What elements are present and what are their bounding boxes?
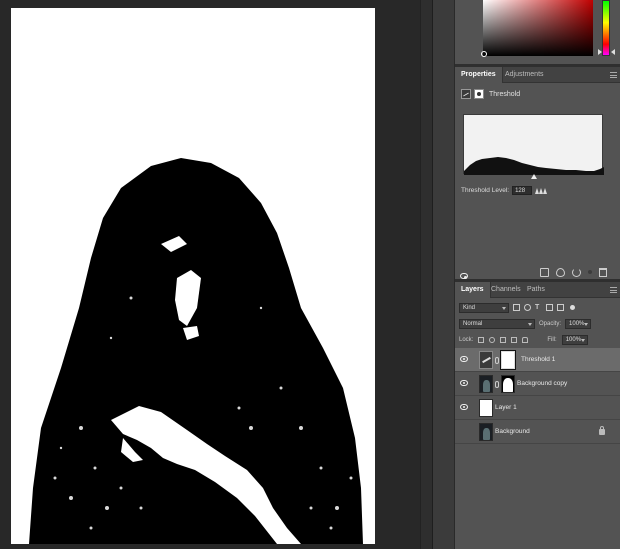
document-canvas[interactable] [11,8,375,544]
hue-slider[interactable] [602,0,610,56]
opacity-input[interactable]: 100% [565,318,592,329]
link-icon[interactable] [495,381,499,388]
threshold-row: Threshold Level: 128 [461,185,549,195]
mask-icon[interactable] [474,89,484,99]
color-picker-handle[interactable] [481,51,487,57]
panel-menu-icon[interactable] [610,287,617,293]
eye-icon[interactable] [460,380,468,386]
properties-header: Threshold [461,88,520,100]
lock-position-icon[interactable] [500,336,507,343]
lock-image-icon[interactable] [489,336,496,343]
sample-eyedropper-icon[interactable] [535,186,549,194]
eye-icon[interactable] [460,356,468,362]
layers-tabbar: Layers Channels Paths [455,282,620,298]
type-filter-icon[interactable]: T [535,304,542,311]
color-field[interactable] [483,0,593,56]
view-previous-icon[interactable] [556,267,565,277]
histogram-graph [464,157,604,175]
lock-row: Lock: Fill: 100% [459,334,617,345]
trash-icon[interactable] [599,267,607,277]
layer-name: Background [495,428,530,435]
panel-gutter [420,0,454,549]
layer-mask-thumbnail[interactable] [501,375,515,393]
layer-thumbnail [479,375,493,393]
layer-list: Threshold 1 Background copy Layer 1 Back… [455,348,620,444]
reset-icon[interactable] [572,267,581,277]
color-panel [455,0,620,64]
filter-kind-select[interactable]: Kind [459,302,509,313]
layer-name: Layer 1 [495,404,517,411]
threshold-image [11,8,375,544]
shape-filter-icon[interactable] [546,304,553,311]
pixel-filter-icon[interactable] [513,304,520,311]
photoshop-window: Properties Adjustments Threshold Thresho… [0,0,620,549]
filter-toggle-icon[interactable] [570,305,575,310]
eye-icon[interactable] [460,404,468,410]
smart-object-filter-icon[interactable] [557,304,564,311]
fill-input[interactable]: 100% [561,334,588,345]
visibility-toggle[interactable] [460,270,592,279]
layer-mask-thumbnail[interactable] [500,350,516,370]
tab-properties[interactable]: Properties [455,67,503,83]
fill-label: Fill: [547,336,557,343]
lock-all-icon[interactable] [522,336,529,343]
clip-to-layer-icon[interactable] [540,267,549,277]
lock-transparent-icon[interactable] [478,336,485,343]
layer-row-background[interactable]: Background [455,420,620,444]
link-icon[interactable] [495,357,499,364]
scrollbar[interactable] [421,0,433,549]
right-panels: Properties Adjustments Threshold Thresho… [454,0,620,549]
blend-row: Normal Opacity: 100% [459,318,617,329]
layer-name: Threshold 1 [521,356,556,363]
properties-tabbar: Properties Adjustments [455,67,620,83]
tab-adjustments[interactable]: Adjustments [499,67,550,83]
canvas-area [0,0,420,549]
properties-footer [455,265,620,279]
layer-name: Background copy [517,380,568,387]
threshold-level-input[interactable]: 128 [512,185,533,195]
tab-paths[interactable]: Paths [521,282,551,298]
blend-mode-select[interactable]: Normal [459,318,535,329]
adjustment-icon[interactable] [461,89,471,99]
adjustment-title: Threshold [489,90,521,98]
layer-row-layer-1[interactable]: Layer 1 [455,396,620,420]
threshold-slider-handle[interactable] [531,174,537,179]
lock-icon [599,426,605,435]
panel-menu-icon[interactable] [610,72,617,78]
adjustment-thumbnail [479,351,493,369]
histogram [463,114,604,175]
layer-thumbnail [479,399,493,417]
lock-artboard-icon[interactable] [511,336,518,343]
opacity-label: Opacity: [539,320,562,327]
adjustment-filter-icon[interactable] [524,304,531,311]
layer-row-threshold[interactable]: Threshold 1 [455,348,620,372]
threshold-label: Threshold Level: [461,186,510,194]
hue-slider-right-arrow[interactable] [611,49,615,55]
lock-label: Lock: [459,336,474,343]
layer-thumbnail [479,423,493,441]
layers-filter-toolbar: Kind T [459,302,617,313]
layer-row-background-copy[interactable]: Background copy [455,372,620,396]
